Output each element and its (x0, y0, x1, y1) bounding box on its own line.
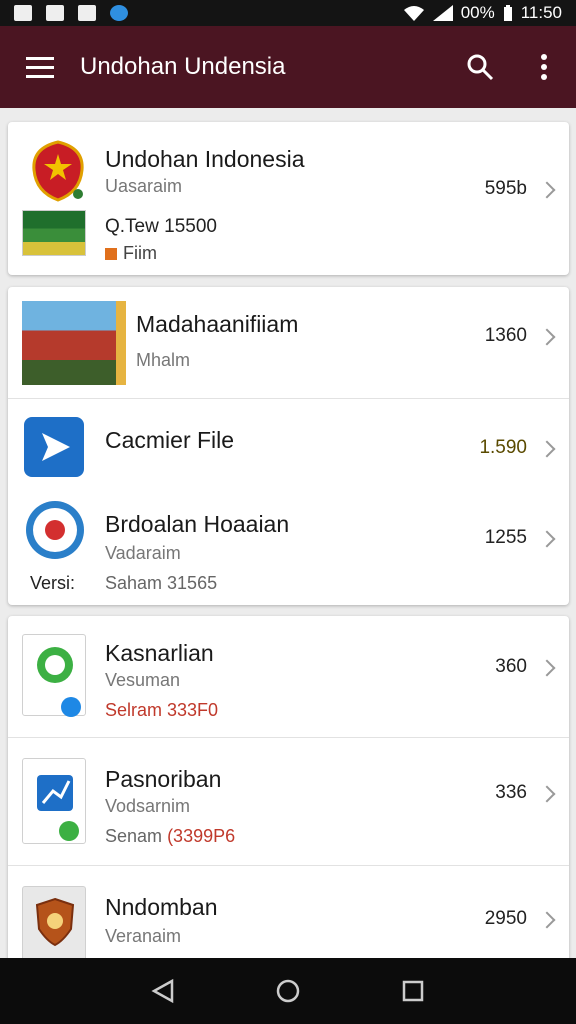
crest-app-icon (22, 886, 86, 961)
chevron-right-icon (538, 785, 556, 803)
search-icon (467, 54, 494, 81)
item-value: 2950 (484, 908, 527, 929)
card-subtitle: Uasaraim (105, 176, 183, 196)
item-meta: Selram 333F0 (105, 700, 219, 720)
list-item[interactable]: Kasnarlian Vesuman Selram 333F0 360 (8, 616, 569, 738)
meta-prefix: Senam (105, 826, 163, 846)
list-item[interactable]: Madahaanifiiam Mhalm 1360 (8, 287, 569, 399)
clock: 11:50 (520, 3, 562, 22)
list-item[interactable]: Cacmier File 1.590 Brdoalan Hoaaian Vada… (8, 399, 569, 605)
list-item[interactable]: Pasnoriban Vodsarnim Senam (3399P6 336 (8, 738, 569, 866)
card-tag: Fiim (105, 243, 157, 264)
battery-percent: 00% (460, 3, 495, 22)
featured-card[interactable]: Undohan Indonesia Uasaraim Q.Tew 15500 F… (8, 122, 569, 275)
tag-label: Fiim (123, 243, 157, 263)
sync-notification-icon (110, 5, 128, 21)
chevron-right-icon (538, 440, 556, 458)
item-subtitle: Vesuman (105, 670, 181, 690)
emblem-icon (30, 140, 86, 202)
item-title: Nndomban (105, 894, 218, 920)
building-thumbnail (22, 301, 126, 385)
chevron-right-icon (538, 328, 556, 346)
target-app-icon (24, 499, 86, 561)
home-icon[interactable] (275, 978, 301, 1004)
item-title: Pasnoriban (105, 766, 222, 792)
file-notification-icon (46, 5, 64, 21)
system-nav-bar (0, 958, 576, 1024)
recents-icon[interactable] (400, 978, 426, 1004)
chart-app-icon (22, 758, 86, 844)
item-meta: Saham 31565 (105, 573, 218, 593)
wifi-icon (403, 6, 424, 21)
item-title: Cacmier File (105, 427, 235, 453)
card-info: Q.Tew 15500 (105, 216, 217, 237)
search-button[interactable] (448, 26, 512, 108)
chevron-right-icon (538, 659, 556, 677)
app-bar: Undohan Undensia (0, 26, 576, 108)
menu-button[interactable] (0, 26, 80, 108)
more-vert-icon (541, 54, 547, 80)
landscape-thumbnail (22, 210, 86, 256)
tag-marker (105, 247, 117, 260)
item-subtitle: Mhalm (136, 350, 191, 370)
list-card: Madahaanifiiam Mhalm 1360 Cacmier File 1… (8, 287, 569, 605)
item-subtitle: Vodsarnim (105, 796, 191, 816)
item-value: 336 (495, 782, 527, 803)
more-options-button[interactable] (512, 26, 576, 108)
item-value: 1.590 (479, 437, 527, 458)
list-card-2: Kasnarlian Vesuman Selram 333F0 360 Pasn… (8, 616, 569, 961)
item-title: Kasnarlian (105, 640, 214, 666)
item-subtitle: Veranaim (105, 926, 182, 946)
signal-icon (432, 5, 453, 21)
card-value: 595b (484, 178, 527, 199)
item-value: 1360 (484, 325, 527, 346)
chevron-right-icon (538, 911, 556, 929)
item-title: Brdoalan Hoaaian (105, 511, 290, 537)
chevron-right-icon (538, 181, 556, 199)
item-subtitle: Vadaraim (105, 543, 181, 563)
battery-icon (503, 5, 512, 21)
music-notification-icon (78, 5, 96, 21)
chevron-right-icon (538, 530, 556, 548)
meta-red: (3399P6 (167, 826, 236, 846)
back-icon[interactable] (150, 978, 176, 1004)
item-value: 1255 (484, 527, 527, 548)
chat-app-icon (22, 634, 86, 717)
play-app-icon (24, 417, 84, 477)
hamburger-icon (26, 57, 54, 78)
item-meta: Senam (3399P6 (105, 826, 235, 847)
item-value: 360 (495, 656, 527, 677)
page-title: Undohan Undensia (80, 53, 286, 80)
list-item[interactable]: Nndomban Veranaim 2950 (8, 866, 569, 961)
card-title: Undohan Indonesia (105, 146, 305, 172)
item-version-label: Versi: (30, 573, 76, 593)
photo-notification-icon (14, 5, 32, 21)
status-bar: 00% 11:50 (0, 0, 576, 26)
item-title: Madahaanifiiam (136, 311, 299, 337)
